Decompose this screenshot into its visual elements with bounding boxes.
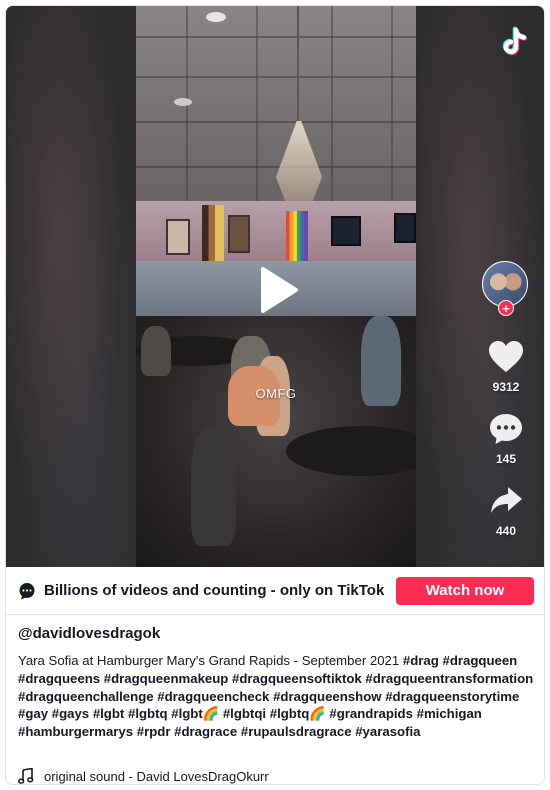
comment-button[interactable]: 145 (476, 412, 536, 466)
hashtag-link[interactable]: #rupaulsdragrace (241, 724, 352, 739)
video-info: @davidlovesdragok Yara Sofia at Hamburge… (18, 625, 534, 741)
comment-icon (490, 414, 522, 444)
hashtag-link[interactable]: #gay (18, 706, 48, 721)
video-player[interactable]: OMFG + 9312 145 440 (6, 6, 544, 567)
promo-text: Billions of videos and counting - only o… (44, 582, 385, 599)
hashtag-link[interactable]: #dragqueenshow (273, 689, 381, 704)
share-count: 440 (495, 524, 517, 538)
hashtag-link[interactable]: #dragqueencheck (157, 689, 269, 704)
share-arrow-icon (491, 487, 522, 513)
restaurant-ceiling (136, 6, 416, 201)
promo-bar: Billions of videos and counting - only o… (6, 567, 544, 615)
hashtag-link[interactable]: #michigan (417, 706, 482, 721)
hashtag-link[interactable]: #drag (403, 653, 439, 668)
video-caption-overlay: OMFG (255, 386, 297, 401)
sound-label[interactable]: original sound - David LovesDragOkurr (44, 769, 269, 784)
video-description: Yara Sofia at Hamburger Mary's Grand Rap… (18, 652, 534, 741)
hashtag-link[interactable]: #dragrace (174, 724, 237, 739)
hashtag-link[interactable]: #dragqueenchallenge (18, 689, 154, 704)
description-text: Yara Sofia at Hamburger Mary's Grand Rap… (18, 653, 403, 668)
watch-now-button[interactable]: Watch now (396, 576, 534, 605)
hashtag-link[interactable]: #hamburgermarys (18, 724, 133, 739)
hashtag-link[interactable]: #dragqueentransformation (365, 671, 533, 686)
heart-icon (489, 341, 523, 372)
hashtag-link[interactable]: #dragqueensoftiktok (232, 671, 362, 686)
play-button[interactable] (259, 266, 299, 314)
hashtag-link[interactable]: #gays (52, 706, 89, 721)
hashtag-link[interactable]: #yarasofia (355, 724, 420, 739)
share-button[interactable]: 440 (476, 484, 536, 538)
author-username[interactable]: @davidlovesdragok (18, 625, 534, 642)
hashtag-link[interactable]: #dragqueenmakeup (104, 671, 229, 686)
hashtag-link[interactable]: #lgbt (93, 706, 125, 721)
sound-row[interactable]: original sound - David LovesDragOkurr (18, 768, 269, 784)
chat-bubble-icon (19, 582, 35, 599)
play-icon (261, 267, 298, 313)
blurred-backdrop-left (6, 6, 136, 567)
music-note-icon (18, 768, 34, 784)
hashtag-link[interactable]: #lgbt🌈 (171, 706, 219, 721)
hashtag-link[interactable]: #lgbtq🌈 (270, 706, 326, 721)
restaurant-wall (136, 201, 416, 269)
tiktok-embed: OMFG + 9312 145 440 Billions of videos a… (5, 5, 545, 785)
like-count: 9312 (492, 380, 520, 394)
hashtag-link[interactable]: #lgbtqi (223, 706, 266, 721)
follow-plus-icon[interactable]: + (498, 300, 514, 316)
hashtag-link[interactable]: #dragqueens (18, 671, 100, 686)
hashtag-link[interactable]: #dragqueen (442, 653, 517, 668)
hashtag-link[interactable]: #grandrapids (329, 706, 413, 721)
comment-count: 145 (495, 452, 517, 466)
restaurant-floor (136, 316, 416, 567)
hashtag-link[interactable]: #dragqueenstorytime (385, 689, 519, 704)
like-button[interactable]: 9312 (476, 340, 536, 394)
hashtag-link[interactable]: #rpdr (137, 724, 171, 739)
tiktok-logo-icon[interactable] (494, 24, 530, 60)
hashtag-link[interactable]: #lgbtq (128, 706, 168, 721)
